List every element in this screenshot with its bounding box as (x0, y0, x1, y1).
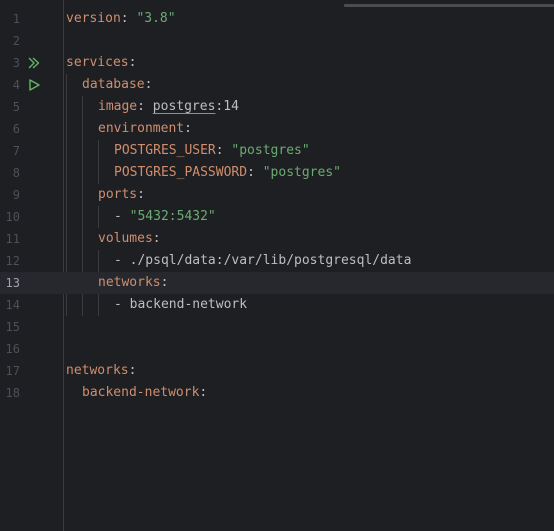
yaml-key: networks (98, 275, 161, 290)
code-text[interactable]: version: "3.8" (66, 8, 176, 30)
code-text[interactable]: ports: (98, 184, 145, 206)
yaml-list-dash: - (114, 253, 130, 268)
line-number[interactable]: 12 (0, 250, 20, 272)
run-all-icon[interactable] (28, 57, 40, 69)
code-line[interactable]: 7 POSTGRES_USER: "postgres" (0, 140, 554, 162)
code-text[interactable]: - "5432:5432" (114, 206, 216, 228)
horizontal-scrollbar[interactable] (344, 4, 554, 7)
yaml-separator: : (152, 231, 161, 246)
code-line[interactable]: 15 (0, 316, 554, 338)
yaml-value: ./psql/data:/var/lib/postgresql/data (129, 253, 412, 268)
yaml-separator: : (120, 11, 137, 26)
line-number[interactable]: 1 (0, 8, 20, 30)
code-line[interactable]: 9 ports: (0, 184, 554, 206)
yaml-key: image (98, 99, 138, 114)
yaml-separator: : (144, 77, 153, 92)
yaml-string: "postgres" (262, 165, 341, 180)
line-number[interactable]: 7 (0, 140, 20, 162)
code-text[interactable]: - backend-network (114, 294, 247, 316)
yaml-string: "5432:5432" (129, 209, 216, 224)
yaml-separator: : (247, 165, 263, 180)
yaml-separator: : (137, 99, 153, 114)
code-text[interactable]: POSTGRES_USER: "postgres" (114, 140, 310, 162)
yaml-separator: : (160, 275, 169, 290)
run-icon[interactable] (28, 79, 40, 91)
yaml-separator: : (137, 187, 145, 202)
code-text[interactable]: image: postgres:14 (98, 96, 239, 118)
code-line[interactable]: 6 environment: (0, 118, 554, 140)
line-number[interactable]: 6 (0, 118, 20, 140)
code-text[interactable]: services: (66, 52, 136, 74)
code-line[interactable]: 1 version: "3.8" (0, 8, 554, 30)
line-number[interactable]: 4 (0, 74, 20, 96)
code-line[interactable]: 12 - ./psql/data:/var/lib/postgresql/dat… (0, 250, 554, 272)
yaml-string: "3.8" (136, 11, 176, 26)
yaml-separator: : (128, 363, 137, 378)
yaml-value: :14 (215, 99, 239, 114)
code-text[interactable]: backend-network: (82, 382, 207, 404)
yaml-key: version (66, 11, 121, 26)
yaml-separator: : (215, 143, 232, 158)
yaml-key: POSTGRES_USER (114, 143, 216, 158)
yaml-separator: : (199, 385, 208, 400)
code-line[interactable]: 4 database: (0, 74, 554, 96)
line-number[interactable]: 2 (0, 30, 20, 52)
line-number[interactable]: 16 (0, 338, 20, 360)
yaml-list-dash: - (114, 297, 130, 312)
code-text[interactable]: POSTGRES_PASSWORD: "postgres" (114, 162, 341, 184)
line-number[interactable]: 8 (0, 162, 20, 184)
yaml-value: backend-network (129, 297, 248, 312)
line-number[interactable]: 18 (0, 382, 20, 404)
code-line[interactable]: 16 (0, 338, 554, 360)
line-number[interactable]: 9 (0, 184, 20, 206)
code-text[interactable]: database: (82, 74, 152, 96)
line-number[interactable]: 14 (0, 294, 20, 316)
yaml-key: services (66, 55, 129, 70)
line-number[interactable]: 3 (0, 52, 20, 74)
yaml-value: postgres (152, 99, 216, 114)
code-line[interactable]: 10 - "5432:5432" (0, 206, 554, 228)
code-text[interactable]: environment: (98, 118, 192, 140)
code-text[interactable]: - ./psql/data:/var/lib/postgresql/data (114, 250, 411, 272)
code-line[interactable]: 18 backend-network: (0, 382, 554, 404)
code-text[interactable]: networks: (66, 360, 136, 382)
line-number[interactable]: 10 (0, 206, 20, 228)
yaml-string: "postgres" (231, 143, 310, 158)
line-number[interactable]: 13 (0, 272, 20, 294)
code-line[interactable]: 8 POSTGRES_PASSWORD: "postgres" (0, 162, 554, 184)
line-number[interactable]: 11 (0, 228, 20, 250)
line-number[interactable]: 5 (0, 96, 20, 118)
yaml-key: database (82, 77, 145, 92)
line-number[interactable]: 17 (0, 360, 20, 382)
yaml-key: POSTGRES_PASSWORD (114, 165, 248, 180)
yaml-key: networks (66, 363, 129, 378)
code-line[interactable]: 3 services: (0, 52, 554, 74)
yaml-key: volumes (98, 231, 153, 246)
yaml-key: ports (98, 187, 138, 202)
code-line-current[interactable]: 13 networks: (0, 272, 554, 294)
yaml-key: backend-network (82, 385, 200, 400)
yaml-separator: : (128, 55, 137, 70)
code-text[interactable]: volumes: (98, 228, 161, 250)
code-editor[interactable]: 1 version: "3.8" 2 3 services: 4 databas… (0, 0, 554, 531)
code-line[interactable]: 5 image: postgres:14 (0, 96, 554, 118)
code-line[interactable]: 17 networks: (0, 360, 554, 382)
yaml-list-dash: - (114, 209, 130, 224)
yaml-separator: : (184, 121, 192, 136)
code-text[interactable]: networks: (98, 272, 168, 294)
line-number[interactable]: 15 (0, 316, 20, 338)
code-line[interactable]: 2 (0, 30, 554, 52)
code-line[interactable]: 11 volumes: (0, 228, 554, 250)
code-line[interactable]: 14 - backend-network (0, 294, 554, 316)
yaml-key: environment (98, 121, 185, 136)
